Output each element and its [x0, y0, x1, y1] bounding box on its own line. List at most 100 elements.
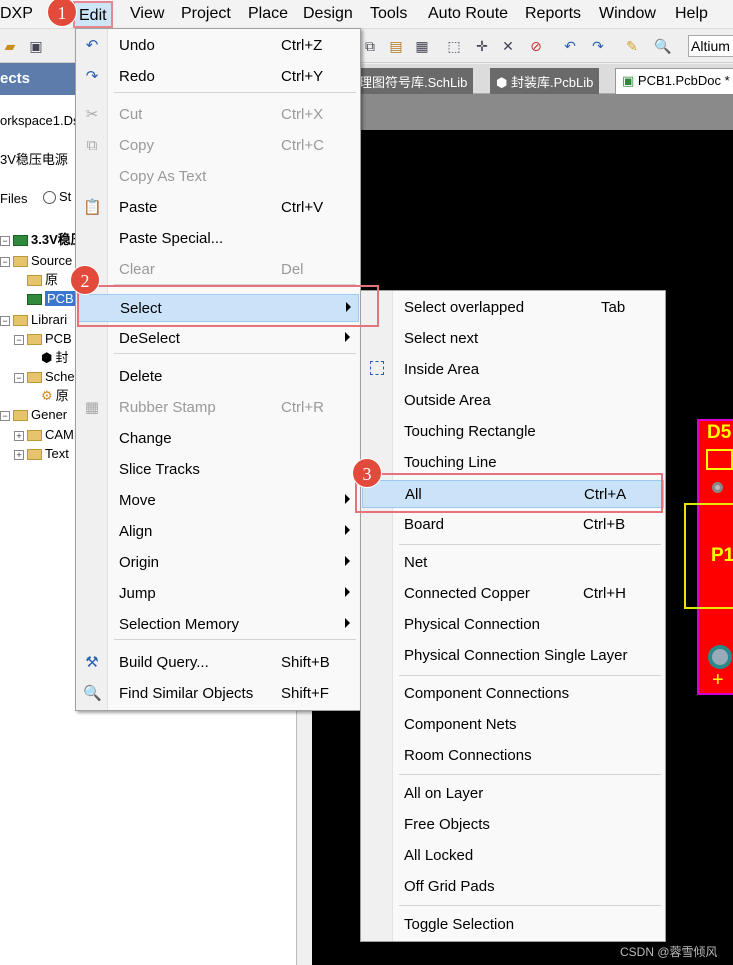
select-menu-item-inside-area[interactable]: Inside Area	[362, 356, 664, 384]
select-menu-item-select-overlapped[interactable]: Select overlapped Tab	[362, 294, 664, 322]
tree-source[interactable]: − Source	[0, 252, 72, 270]
folder-icon	[27, 430, 42, 442]
edit-menu-item-align[interactable]: Align	[77, 518, 359, 546]
edit-menu-item-origin[interactable]: Origin	[77, 549, 359, 577]
edit-menu-item-paste-special[interactable]: Paste Special...	[77, 225, 359, 253]
select-menu-item-toggle-selection[interactable]: Toggle Selection	[362, 911, 664, 939]
collapse-icon[interactable]: −	[0, 410, 10, 421]
tree-cam[interactable]: + CAM	[14, 426, 74, 444]
collapse-icon[interactable]: −	[0, 256, 10, 267]
edit-menu-item-jump[interactable]: Jump	[77, 580, 359, 608]
component-outline	[706, 449, 733, 470]
menu-help[interactable]: Help	[675, 5, 708, 23]
edit-menu-item-paste[interactable]: 📋 Paste Ctrl+V	[77, 194, 359, 222]
menu-place[interactable]: Place	[248, 5, 288, 23]
tree-pcblib-file[interactable]: ⬢ 封	[41, 349, 68, 367]
tree-libraries[interactable]: − Librari	[0, 311, 67, 329]
tree-pcblib[interactable]: − PCB	[14, 330, 72, 348]
select-menu-item-touching-rectangle[interactable]: Touching Rectangle	[362, 418, 664, 446]
files-radio-label[interactable]: Files	[0, 191, 27, 206]
edit-menu-item-selection-memory[interactable]: Selection Memory	[77, 611, 359, 639]
select-menu-item-select-next[interactable]: Select next	[362, 325, 664, 353]
select-menu-item-off-grid-pads[interactable]: Off Grid Pads	[362, 873, 664, 901]
menu-auto-route[interactable]: Auto Route	[428, 5, 508, 23]
collapse-icon[interactable]: −	[14, 334, 24, 345]
collapse-icon[interactable]: −	[0, 235, 10, 246]
select-menu-item-all-on-layer[interactable]: All on Layer	[362, 780, 664, 808]
select-area-icon[interactable]: ⬚	[446, 38, 462, 54]
redo-icon[interactable]: ↷	[590, 38, 606, 54]
menu-item-label: Component Nets	[404, 716, 517, 733]
clear-filter-icon[interactable]: ⊘	[528, 38, 544, 54]
label-d5: D5	[707, 422, 732, 443]
menu-project[interactable]: Project	[181, 5, 231, 23]
edit-menu-item-change[interactable]: Change	[77, 425, 359, 453]
menu-item-label: Copy	[119, 137, 155, 154]
menu-item-label: Select overlapped	[404, 299, 525, 316]
save-icon[interactable]: ▣	[28, 38, 44, 54]
menu-dxp[interactable]: DXP	[0, 5, 33, 23]
tree-pcbdoc[interactable]: PCB	[27, 290, 76, 308]
select-menu-item-physical-connection-single-layer[interactable]: Physical Connection Single Layer	[362, 642, 664, 670]
edit-menu-item-delete[interactable]: Delete	[77, 363, 359, 391]
collapse-icon[interactable]: −	[0, 315, 10, 326]
menu-window[interactable]: Window	[599, 5, 656, 23]
tree-project[interactable]: −3.3V稳压	[0, 231, 84, 249]
select-menu-item-room-connections[interactable]: Room Connections	[362, 742, 664, 770]
copy-icon[interactable]: ⧉	[362, 38, 378, 54]
structure-radio[interactable]: St	[43, 189, 71, 205]
expand-icon[interactable]: +	[14, 449, 24, 460]
workspace-combo[interactable]: orkspace1.Ds	[0, 113, 79, 128]
collapse-icon[interactable]: −	[14, 372, 24, 383]
select-menu-item-outside-area[interactable]: Outside Area	[362, 387, 664, 415]
select-menu-item-free-objects[interactable]: Free Objects	[362, 811, 664, 839]
select-menu-item-component-connections[interactable]: Component Connections	[362, 680, 664, 708]
menu-design[interactable]: Design	[303, 5, 353, 23]
menu-view[interactable]: View	[130, 5, 164, 23]
tree-generated[interactable]: − Gener	[0, 406, 67, 424]
project-combo[interactable]: 3V稳压电源	[0, 149, 68, 168]
select-menu-item-connected-copper[interactable]: Connected Copper Ctrl+H	[362, 580, 664, 608]
menu-item-label: Room Connections	[404, 747, 532, 764]
tab-pcbdoc[interactable]: ▣ PCB1.PcbDoc *	[615, 68, 733, 94]
edit-menu-item-build-query[interactable]: ⚒ Build Query... Shift+B	[77, 649, 359, 677]
current-kit-combo[interactable]: Altium	[688, 35, 733, 57]
browse-icon[interactable]: 🔍	[654, 38, 671, 54]
open-folder-icon[interactable]: ▰	[2, 38, 18, 54]
expand-icon[interactable]: +	[14, 430, 24, 441]
tree-source-label: Source	[31, 253, 73, 268]
rubber-stamp-icon[interactable]: ▦	[414, 38, 430, 54]
edit-menu-item-undo[interactable]: ↶ Undo Ctrl+Z	[77, 32, 359, 60]
tree-schlib-file[interactable]: ⚙ 原	[41, 387, 69, 405]
magnifier-icon: 🔍	[83, 685, 102, 702]
edit-menu-item-move[interactable]: Move	[77, 487, 359, 515]
move-icon[interactable]: ✛	[474, 38, 490, 54]
tree-schlib[interactable]: − Sche	[14, 368, 75, 386]
menu-tools[interactable]: Tools	[370, 5, 407, 23]
tree-schdoc[interactable]: 原	[27, 271, 58, 289]
select-menu-item-all-locked[interactable]: All Locked	[362, 842, 664, 870]
menu-edit[interactable]: Edit	[73, 1, 113, 28]
edit-menu-item-deselect[interactable]: DeSelect	[77, 325, 359, 353]
edit-menu-item-slice-tracks[interactable]: Slice Tracks	[77, 456, 359, 484]
tree-cam-label: CAM	[45, 427, 74, 442]
select-menu-item-component-nets[interactable]: Component Nets	[362, 711, 664, 739]
tree-text[interactable]: + Text	[14, 445, 69, 463]
deselect-icon[interactable]: ✕	[500, 38, 516, 54]
menu-item-label: Slice Tracks	[119, 461, 200, 478]
menu-item-label: Inside Area	[404, 361, 480, 378]
paste-icon[interactable]: ▤	[388, 38, 404, 54]
select-menu-item-physical-connection[interactable]: Physical Connection	[362, 611, 664, 639]
edit-menu-item-find-similar-objects[interactable]: 🔍 Find Similar Objects Shift+F	[77, 680, 359, 708]
tab-schlib[interactable]: 理图符号库.SchLib	[353, 68, 474, 94]
undo-icon[interactable]: ↶	[562, 38, 578, 54]
menu-item-label: Copy As Text	[119, 168, 207, 185]
select-menu-item-net[interactable]: Net	[362, 549, 664, 577]
tab-pcblib[interactable]: ⬢ 封装库.PcbLib	[490, 68, 600, 94]
tree-schlib-label: Sche	[45, 369, 75, 384]
tree-pcblib-file-label: 封	[55, 350, 69, 365]
highlight-icon[interactable]: ✎	[624, 38, 640, 54]
menu-reports[interactable]: Reports	[525, 5, 581, 23]
edit-menu-item-redo[interactable]: ↷ Redo Ctrl+Y	[77, 63, 359, 91]
select-menu-item-board[interactable]: Board Ctrl+B	[362, 511, 664, 539]
